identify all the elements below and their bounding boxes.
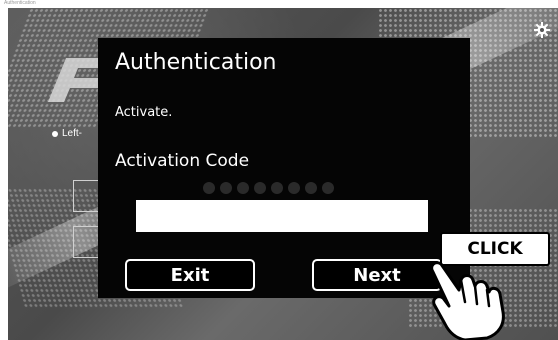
hand-pointer-icon bbox=[430, 261, 505, 340]
gear-icon[interactable] bbox=[534, 22, 550, 38]
dialog-message: Activate. bbox=[115, 105, 173, 120]
radio-dot-icon bbox=[52, 130, 58, 137]
loading-dots-icon bbox=[203, 182, 334, 194]
activation-code-input[interactable] bbox=[136, 200, 428, 232]
exit-button[interactable]: Exit bbox=[125, 259, 255, 291]
activation-code-label: Activation Code bbox=[115, 151, 250, 171]
left-option-label: Left- bbox=[62, 128, 83, 139]
left-option-radio[interactable]: Left- bbox=[52, 128, 82, 139]
window-title: Authentication bbox=[4, 0, 36, 6]
dialog-title: Authentication bbox=[115, 50, 277, 75]
window-titlebar: Authentication bbox=[0, 0, 558, 8]
